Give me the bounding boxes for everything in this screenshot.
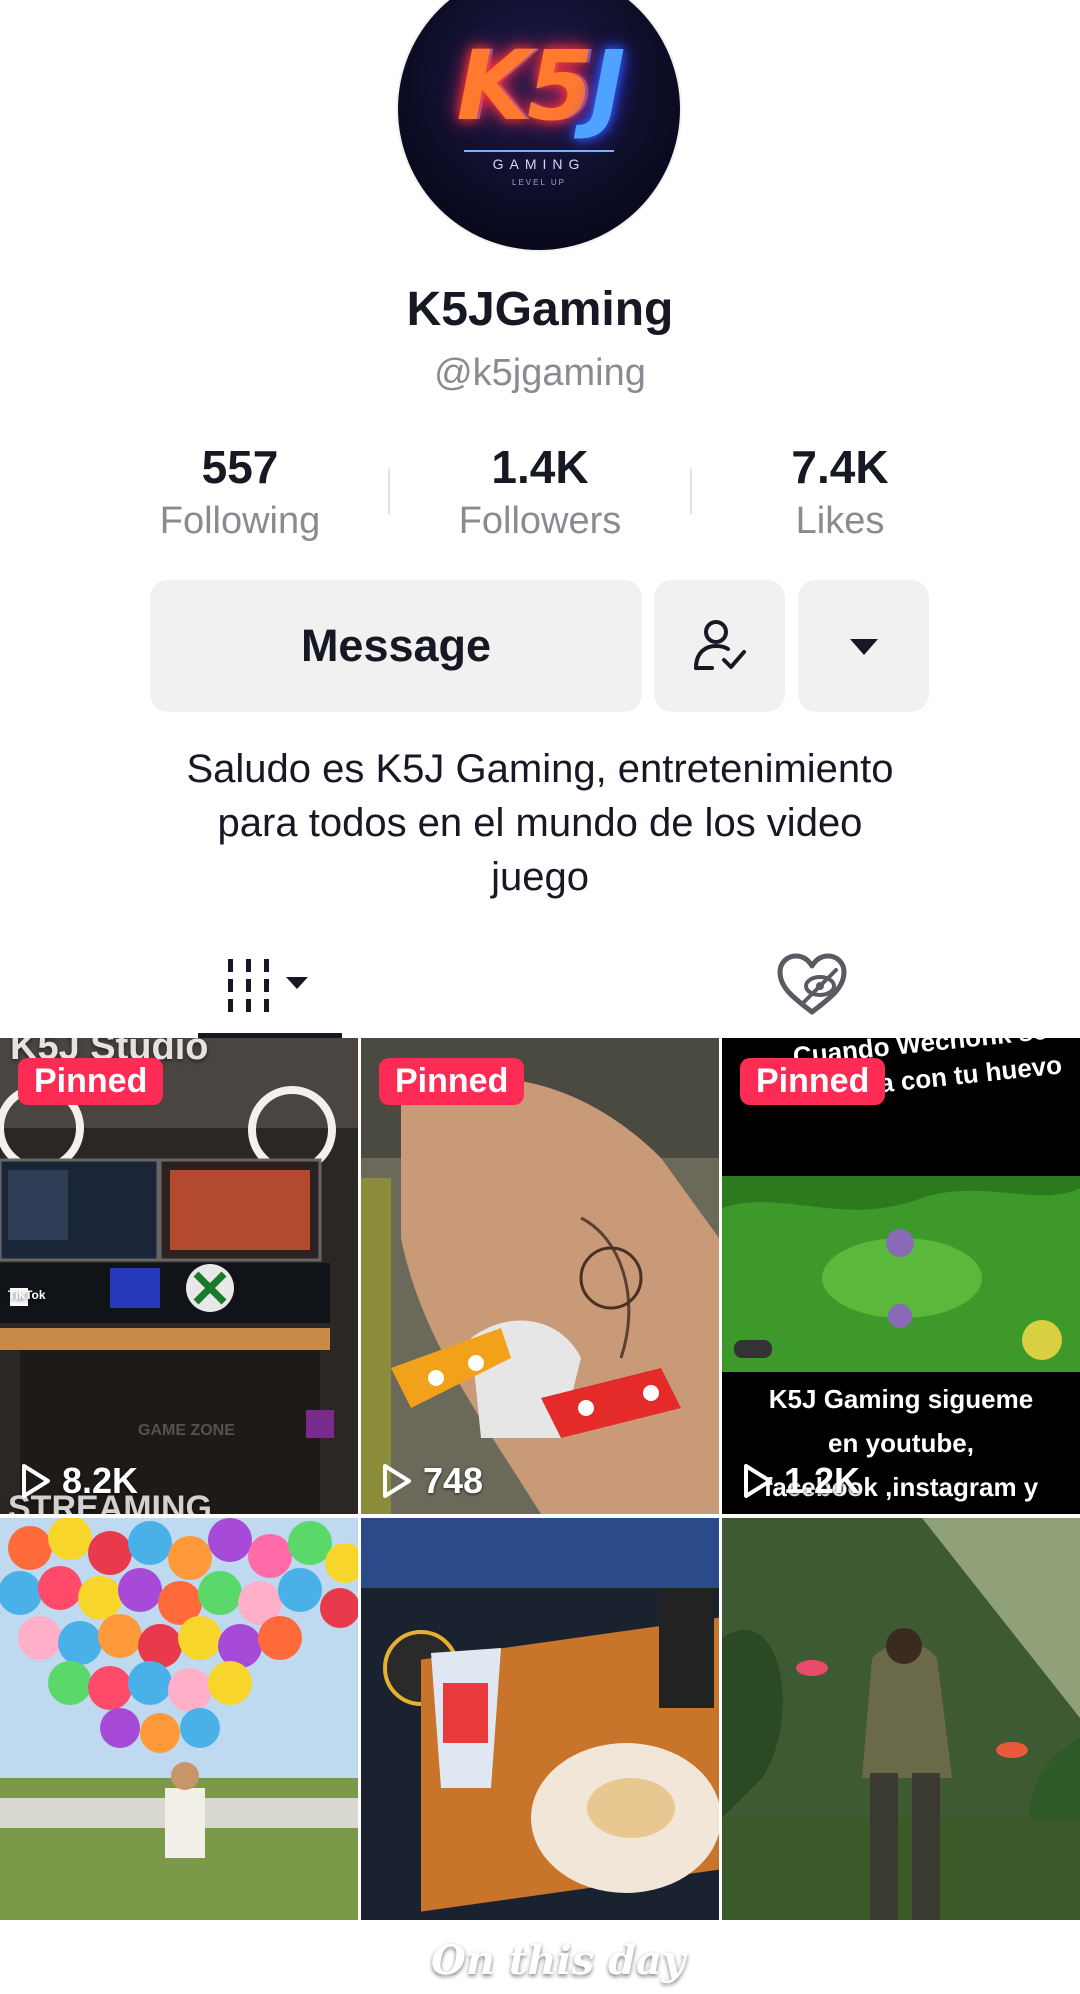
stat-followers-value: 1.4K [491,441,589,493]
stat-likes-label: Likes [795,500,885,542]
video-thumbnail[interactable]: K5J Studio TikTok GAME ZONE STREAMING Pi… [0,1038,358,1514]
profile-avatar[interactable]: K5J GAMING LEVEL UP [398,0,680,250]
stat-following[interactable]: 557 Following [120,440,360,543]
video-thumbnail[interactable]: Cuando Wechonk se asombra con tu huevo K… [722,1038,1080,1514]
more-options-button[interactable] [798,580,929,712]
stat-divider [690,468,692,514]
stat-following-label: Following [159,500,321,542]
thumbnail-image [0,1038,358,1514]
caret-down-icon [849,639,878,655]
profile-bio: Saludo es K5J Gaming, entretenimiento pa… [100,742,980,904]
view-count: 748 [381,1460,483,1502]
view-count: 1.2K [742,1460,860,1502]
stat-followers[interactable]: 1.4K Followers [420,440,660,543]
pinned-badge: Pinned [740,1058,886,1105]
pinned-badge: Pinned [18,1058,164,1105]
view-count: 8.2K [20,1460,138,1502]
stat-divider [388,468,390,514]
view-count-value: 748 [423,1460,484,1501]
screen-label: TikTok [8,1288,46,1302]
stat-followers-label: Followers [458,500,622,542]
grid-bars-icon [228,959,308,1012]
video-thumbnail[interactable]: On this day [361,1518,719,1994]
following-button[interactable] [654,580,785,712]
message-button[interactable]: Message [150,580,642,712]
avatar-logo-subtitle: GAMING [464,150,614,172]
thumbnail-caption: en youtube, [828,1428,974,1458]
bio-line: juego [491,855,589,899]
pinned-badge: Pinned [379,1058,525,1105]
video-thumbnail[interactable] [722,1518,1080,1994]
bio-line: Saludo es K5J Gaming, entretenimiento [186,747,894,791]
play-icon [22,1464,50,1498]
person-check-icon [693,620,746,670]
play-icon [383,1464,411,1498]
thumbnail-image [361,1038,719,1514]
thumbnail-image [361,1518,719,1920]
tab-videos[interactable] [198,930,342,1040]
thumbnail-caption: On this day [431,1937,686,1984]
hidden-heart-icon [777,953,847,1015]
stat-likes[interactable]: 7.4K Likes [720,440,960,543]
stat-following-value: 557 [201,441,279,493]
tab-liked[interactable] [740,930,884,1040]
bio-line: para todos en el mundo de los video [217,801,863,845]
play-icon [744,1464,772,1498]
username-handle: @k5jgaming [434,352,646,394]
thumbnail-image [0,1518,358,1920]
thumbnail-caption: K5J Gaming sigueme [768,1384,1034,1414]
sign-label: GAME ZONE [138,1422,235,1439]
video-thumbnail[interactable]: Pinned 748 [361,1038,719,1514]
view-count-value: 8.2K [62,1460,139,1501]
video-thumbnail[interactable] [0,1518,358,1994]
thumbnail-image [722,1518,1080,1920]
view-count-value: 1.2K [784,1460,861,1501]
avatar-logo: K5J [456,30,626,142]
avatar-logo-caption: LEVEL UP [512,178,566,187]
display-name: K5JGaming [406,283,674,336]
stat-likes-value: 7.4K [791,441,889,493]
